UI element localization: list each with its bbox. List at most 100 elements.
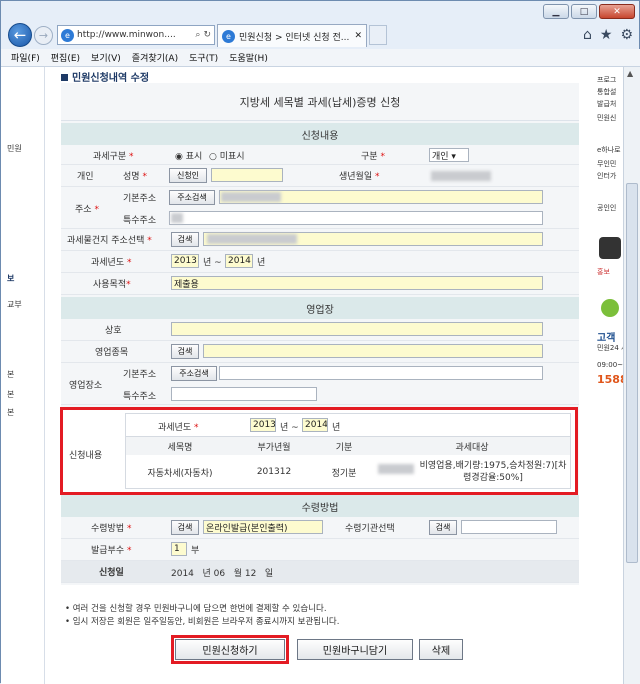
right-link[interactable]: 발급처 xyxy=(597,99,616,109)
delete-button[interactable]: 삭제 xyxy=(419,639,463,660)
customer-title: 고객 xyxy=(597,333,616,344)
tab-icon: e xyxy=(222,29,235,43)
right-link[interactable]: 통합설 xyxy=(597,87,616,97)
detail-tax-year-from[interactable]: 2013 xyxy=(250,418,276,432)
right-link[interactable]: 공인인 xyxy=(597,203,616,213)
menu-tools[interactable]: 도구(T) xyxy=(189,51,218,64)
home-icon[interactable]: ⌂ xyxy=(583,27,592,43)
right-link[interactable]: 인터가 xyxy=(597,171,616,181)
right-link[interactable]: 프로그 xyxy=(597,75,616,85)
address-search-button[interactable]: 주소검색 xyxy=(169,190,215,205)
settings-gear-icon[interactable]: ⚙ xyxy=(620,27,633,43)
add-to-cart-button[interactable]: 민원바구니담기 xyxy=(297,639,413,660)
tax-year-row: 과세년도 * 2013 년 ~ 2014 년 xyxy=(61,251,579,273)
menu-edit[interactable]: 편집(E) xyxy=(51,51,80,64)
left-nav-item[interactable]: 보 xyxy=(7,273,14,284)
property-address-row: 과세물건지 주소선택 * 검색 xyxy=(61,229,579,251)
tab-close-icon[interactable]: ✕ xyxy=(354,31,366,41)
new-tab-button[interactable] xyxy=(369,25,387,45)
form-title: 지방세 세목별 과세(납세)증명 신청 xyxy=(61,83,579,121)
property-search-button[interactable]: 검색 xyxy=(171,232,199,247)
col-header: 기분 xyxy=(314,437,374,455)
copies-row: 발급부수 * 1 부 xyxy=(61,539,579,561)
left-nav-item[interactable]: 본 xyxy=(7,407,14,418)
favorites-icon[interactable]: ★ xyxy=(600,27,613,43)
forward-icon[interactable]: → xyxy=(34,26,53,45)
menu-view[interactable]: 보기(V) xyxy=(91,51,121,64)
category-select[interactable]: 개인 ▾ xyxy=(429,148,469,162)
left-navigation: 민원 보 교부 본 본 본 xyxy=(1,67,45,684)
detail-redacted xyxy=(171,213,183,223)
promo-link[interactable]: 홍보 xyxy=(597,267,610,277)
address-row: 주소 * 기본주소 주소검색 특수주소 xyxy=(61,187,579,229)
right-link[interactable]: e하나로 xyxy=(597,145,621,155)
detail-tax-year-sep: 년 ~ xyxy=(280,423,299,433)
radio-hide[interactable]: ○ 미표시 xyxy=(209,149,245,162)
browser-tab[interactable]: e 민원신청 > 인터넷 신청 전... ✕ xyxy=(217,24,367,47)
agency-field[interactable] xyxy=(461,520,557,534)
col-header: 과세대상 xyxy=(374,437,570,455)
business-type-search-button[interactable]: 검색 xyxy=(171,344,199,359)
submit-application-button[interactable]: 민원신청하기 xyxy=(171,635,289,664)
date-label: 신청일 xyxy=(99,568,124,578)
receive-method-label: 수령방법 * xyxy=(91,524,132,534)
minimize-button[interactable]: ▁ xyxy=(543,4,569,19)
menu-favorites[interactable]: 즐겨찾기(A) xyxy=(132,51,178,64)
business-type-field[interactable] xyxy=(203,344,543,358)
application-form: 지방세 세목별 과세(납세)증명 신청 신청내용 과세구분 * ◉ 표시 ○ 미… xyxy=(61,83,579,585)
right-link[interactable]: 무인민 xyxy=(597,159,616,169)
vertical-scrollbar[interactable]: ▲ xyxy=(623,67,640,684)
col-header: 부가년월 xyxy=(234,437,314,455)
back-icon[interactable]: ← xyxy=(8,23,32,47)
detail-tax-year-to[interactable]: 2014 xyxy=(302,418,328,432)
business-detail-address-field[interactable] xyxy=(171,387,317,401)
agency-search-button[interactable]: 검색 xyxy=(429,520,457,535)
address-redacted xyxy=(221,192,281,202)
purpose-field[interactable]: 제출용 xyxy=(171,276,543,290)
business-basic-address-label: 기본주소 xyxy=(123,370,157,380)
detail-address-field[interactable] xyxy=(169,211,543,225)
scroll-thumb[interactable] xyxy=(626,183,638,563)
basic-address-label: 기본주소 xyxy=(123,194,157,204)
tax-year-sep: 년 ~ xyxy=(203,258,222,268)
right-link[interactable]: 민원신 xyxy=(597,113,616,123)
close-button[interactable]: ✕ xyxy=(599,4,635,19)
radio-show[interactable]: ◉ 표시 xyxy=(175,149,202,162)
main-content: 민원신청내역 수정 지방세 세목별 과세(납세)증명 신청 신청내용 과세구분 … xyxy=(45,67,589,684)
menu-bar: 파일(F) 편집(E) 보기(V) 즐겨찾기(A) 도구(T) 도움말(H) xyxy=(1,49,640,67)
browser-window: ▁ □ ✕ ← → e http://www.minwon.... ⌕ ↻ e … xyxy=(0,0,640,684)
receive-method-search-button[interactable]: 검색 xyxy=(171,520,199,535)
address-bar[interactable]: e http://www.minwon.... ⌕ ↻ xyxy=(57,25,215,45)
left-nav-item[interactable]: 본 xyxy=(7,389,14,400)
address-text: http://www.minwon.... xyxy=(77,30,176,40)
search-icon[interactable]: ⌕ xyxy=(195,30,200,40)
name-field[interactable] xyxy=(211,168,283,182)
camera-icon[interactable] xyxy=(599,237,621,259)
tax-year-from[interactable]: 2013 xyxy=(171,254,199,268)
table-cell: 정기분 xyxy=(331,468,357,479)
detail-address-label: 특수주소 xyxy=(123,216,157,226)
menu-file[interactable]: 파일(F) xyxy=(11,51,40,64)
left-nav-item[interactable]: 민원 xyxy=(7,143,22,154)
business-basic-address-field[interactable] xyxy=(219,366,543,380)
left-nav-item[interactable]: 본 xyxy=(7,369,14,380)
left-nav-item[interactable]: 교부 xyxy=(7,299,22,310)
property-address-label: 과세물건지 주소선택 * xyxy=(67,236,152,246)
browser-tools: ⌂ ★ ⚙ xyxy=(583,27,633,43)
business-name-field[interactable] xyxy=(171,322,543,336)
receive-method-field[interactable]: 온라인발급(본인출력) xyxy=(203,520,323,534)
business-address-search-button[interactable]: 주소검색 xyxy=(171,366,217,381)
birth-value-redacted xyxy=(431,171,491,181)
refresh-icon[interactable]: ↻ xyxy=(203,30,214,40)
address-label: 주소 * xyxy=(75,205,99,215)
business-name-label: 상호 xyxy=(105,326,122,336)
applicant-button[interactable]: 신청인 xyxy=(169,168,207,183)
tax-year-to[interactable]: 2014 xyxy=(225,254,253,268)
section-apply: 신청내용 xyxy=(61,123,579,145)
note-item: • 임시 저장은 회원은 일주일동안, 비회원은 브라우저 종료시까지 보관됩니… xyxy=(65,617,340,627)
maximize-button[interactable]: □ xyxy=(571,4,597,19)
copies-field[interactable]: 1 xyxy=(171,542,187,556)
purpose-label: 사용목적* xyxy=(93,280,131,290)
scroll-up-icon[interactable]: ▲ xyxy=(627,69,633,78)
menu-help[interactable]: 도움말(H) xyxy=(229,51,268,64)
